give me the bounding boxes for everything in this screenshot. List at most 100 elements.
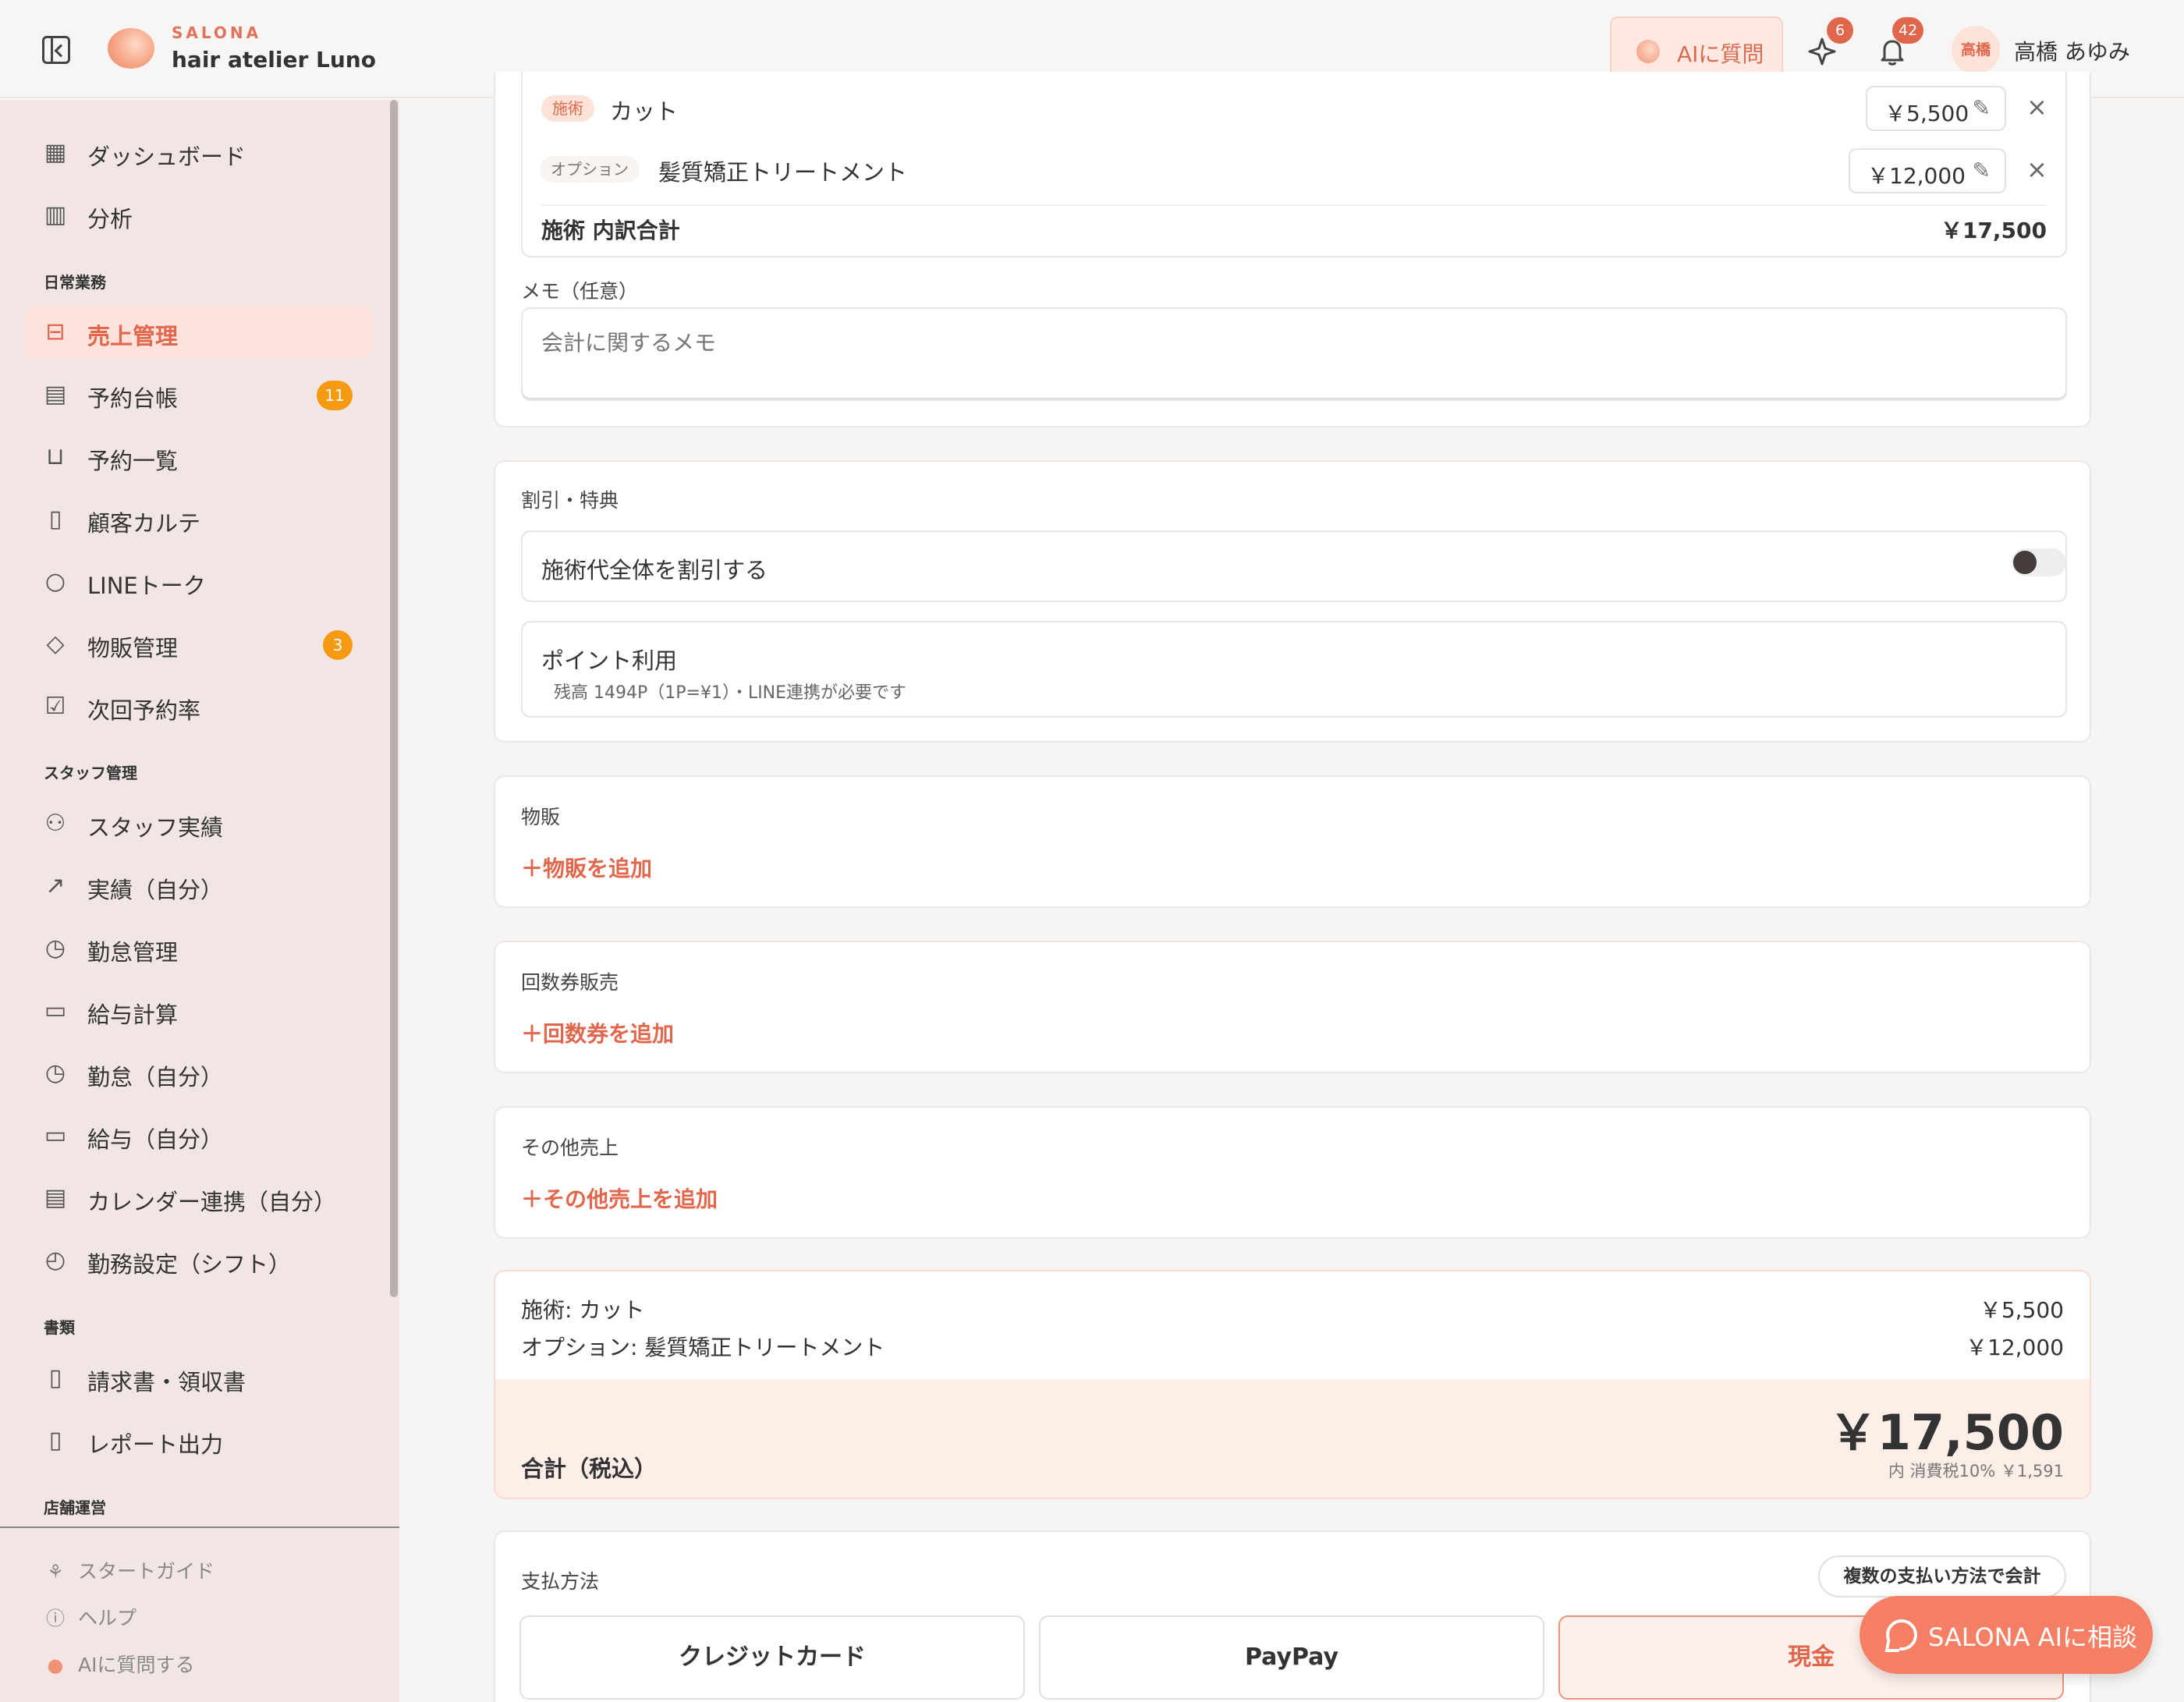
add-retail-button[interactable]: ＋物販を追加 <box>521 852 652 883</box>
ai-orb-icon: ● <box>47 1654 64 1676</box>
total-value: ￥17,500 <box>1828 1404 2064 1461</box>
clock-icon: ◷ <box>44 1059 66 1087</box>
help-link[interactable]: ⓘ ヘルプ <box>44 1603 136 1631</box>
sidebar-footer: ⚘ スタートガイド ⓘ ヘルプ ● AIに質問する <box>0 1526 399 1702</box>
salon-name: hair atelier Luno <box>172 47 376 73</box>
other-sales-title: その他売上 <box>521 1136 619 1159</box>
discount-title: 割引・特典 <box>521 489 619 512</box>
sidebar-item-reservation-book[interactable]: ▤ 予約台帳 11 <box>25 368 373 421</box>
memo-input[interactable] <box>521 307 2067 401</box>
treatment-price-field[interactable]: ￥5,500 ✎ <box>1866 86 2006 131</box>
plus-icon: ＋ <box>521 1186 544 1212</box>
sidebar-item-invoices[interactable]: ▯ 請求書・領収書 <box>25 1352 373 1405</box>
divider <box>541 204 2047 206</box>
close-icon[interactable]: × <box>2026 154 2048 184</box>
plus-icon: ＋ <box>521 1021 544 1047</box>
points-title: ポイント利用 <box>541 647 678 674</box>
file-check-icon: ▯ <box>48 1364 62 1392</box>
treatment-card: 施術 カット ￥5,500 ✎ × オプション 髪質矯正トリートメント ￥12,… <box>494 72 2091 427</box>
points-row[interactable]: ポイント利用 残高 1494P（1P=¥1）・LINE連携が必要です <box>521 621 2067 718</box>
calendar-clock-icon: ◴ <box>44 1246 66 1274</box>
sidebar-item-customer-chart[interactable]: ▯ 顧客カルテ <box>25 493 373 546</box>
box-icon: ◇ <box>46 630 65 658</box>
sidebar-item-shift-settings[interactable]: ◴ 勤務設定（シフト） <box>25 1234 373 1287</box>
salona-logo <box>108 28 154 69</box>
calendar-check-icon: ☑ <box>44 693 66 720</box>
grid-icon: ▦ <box>44 139 67 166</box>
subtotal-label: 施術 内訳合計 <box>541 218 680 243</box>
section-docs: 書類 <box>44 1318 75 1337</box>
notification-count-badge: 42 <box>1892 17 1924 44</box>
memo-label: メモ（任意） <box>521 280 639 303</box>
start-guide-link[interactable]: ⚘ スタートガイド <box>44 1556 214 1584</box>
help-icon: ⓘ <box>46 1608 65 1629</box>
tax-note: 内 消費税10% ￥1,591 <box>1888 1462 2064 1480</box>
sidebar-item-analytics[interactable]: ▥ 分析 <box>25 189 373 242</box>
other-sales-card: その他売上 ＋その他売上を追加 <box>494 1106 2091 1239</box>
sidebar-item-my-attendance[interactable]: ◷ 勤怠（自分） <box>25 1047 373 1100</box>
total-band: 合計（税込） ￥17,500 内 消費税10% ￥1,591 <box>495 1379 2090 1498</box>
salona-ai-fab[interactable]: SALONA AIに相談 <box>1860 1596 2153 1674</box>
chat-icon: ○ <box>44 568 66 595</box>
clipboard-icon: ▯ <box>48 505 62 533</box>
treatment-breakdown: 施術 カット ￥5,500 ✎ × オプション 髪質矯正トリートメント ￥12,… <box>521 72 2067 257</box>
ai-orb-icon <box>1636 40 1660 63</box>
users-icon: ⚇ <box>44 810 66 837</box>
pay-paypay-button[interactable]: PayPay <box>1039 1615 1544 1700</box>
summary-card: 施術: カット ￥5,500 オプション: 髪質矯正トリートメント ￥12,00… <box>494 1270 2091 1499</box>
retail-card: 物販 ＋物販を追加 <box>494 775 2091 908</box>
sidebar-item-reports[interactable]: ▯ レポート出力 <box>25 1414 373 1467</box>
ask-ai-link[interactable]: ● AIに質問する <box>44 1650 195 1678</box>
sidebar-item-reservation-list[interactable]: ⊔ 予約一覧 <box>25 431 373 484</box>
treatment-name: カット <box>610 98 679 125</box>
add-other-sales-button[interactable]: ＋その他売上を追加 <box>521 1183 718 1214</box>
whole-discount-label: 施術代全体を割引する <box>541 557 768 583</box>
inbox-icon: ⊔ <box>46 443 65 470</box>
sidebar-scrollbar[interactable] <box>390 100 398 1297</box>
option-price-field[interactable]: ￥12,000 ✎ <box>1849 148 2006 193</box>
sidebar-item-staff-performance[interactable]: ⚇ スタッフ実績 <box>25 797 373 850</box>
user-name[interactable]: 高橋 あゆみ <box>2014 35 2130 66</box>
pencil-icon: ✎ <box>1972 95 1991 121</box>
sidebar-item-my-pay[interactable]: ▭ 給与（自分） <box>25 1109 373 1162</box>
sidebar-item-attendance[interactable]: ◷ 勤怠管理 <box>25 922 373 975</box>
bar-chart-icon: ▥ <box>44 201 67 229</box>
calendar-icon: ▤ <box>44 381 67 408</box>
clock-icon: ◷ <box>44 934 66 962</box>
discount-card: 割引・特典 施術代全体を割引する ポイント利用 残高 1494P（1P=¥1）・… <box>494 460 2091 743</box>
sidebar-item-next-booking-rate[interactable]: ☑ 次回予約率 <box>25 680 373 733</box>
section-store: 店舗運営 <box>44 1498 106 1517</box>
ticket-title: 回数券販売 <box>521 971 619 994</box>
trend-icon: ↗ <box>45 872 66 899</box>
option-name: 髪質矯正トリートメント <box>658 159 908 186</box>
add-ticket-button[interactable]: ＋回数券を追加 <box>521 1017 674 1048</box>
plus-icon: ＋ <box>521 856 544 881</box>
section-staff: スタッフ管理 <box>44 764 137 782</box>
chat-bubble-icon <box>1886 1619 1917 1651</box>
whole-discount-row[interactable]: 施術代全体を割引する <box>521 530 2067 602</box>
sidebar-item-my-performance[interactable]: ↗ 実績（自分） <box>25 860 373 913</box>
avatar[interactable]: 高橋 <box>1952 26 2000 74</box>
sidebar-item-sales[interactable]: ⊟ 売上管理 <box>25 306 373 359</box>
sidebar-item-line-talk[interactable]: ○ LINEトーク <box>25 555 373 608</box>
summary-line-treatment: 施術: カット ￥5,500 <box>521 1297 2064 1323</box>
treatment-tag: 施術 <box>541 95 594 122</box>
sidebar-toggle-icon[interactable] <box>42 36 70 64</box>
total-label: 合計（税込） <box>521 1456 658 1482</box>
sprout-icon: ⚘ <box>47 1561 64 1583</box>
whole-discount-toggle[interactable] <box>2012 548 2066 576</box>
pencil-icon: ✎ <box>1972 158 1991 183</box>
payment-title: 支払方法 <box>521 1570 600 1593</box>
sidebar-item-dashboard[interactable]: ▦ ダッシュボード <box>25 126 373 179</box>
close-icon[interactable]: × <box>2026 92 2048 122</box>
section-daily: 日常業務 <box>44 273 106 292</box>
sidebar-item-retail[interactable]: ◇ 物販管理 3 <box>25 618 373 671</box>
reservation-count-badge: 11 <box>317 381 353 410</box>
ask-ai-label: AIに質問 <box>1677 41 1764 67</box>
sidebar-item-payroll[interactable]: ▭ 給与計算 <box>25 984 373 1037</box>
split-payment-button[interactable]: 複数の支払い方法で会計 <box>1818 1555 2066 1597</box>
sidebar-item-calendar-sync[interactable]: ▤ カレンダー連携（自分） <box>25 1172 373 1225</box>
retail-count-badge: 3 <box>323 630 353 660</box>
wallet-icon: ▭ <box>44 997 67 1024</box>
pay-credit-card-button[interactable]: クレジットカード <box>519 1615 1025 1700</box>
